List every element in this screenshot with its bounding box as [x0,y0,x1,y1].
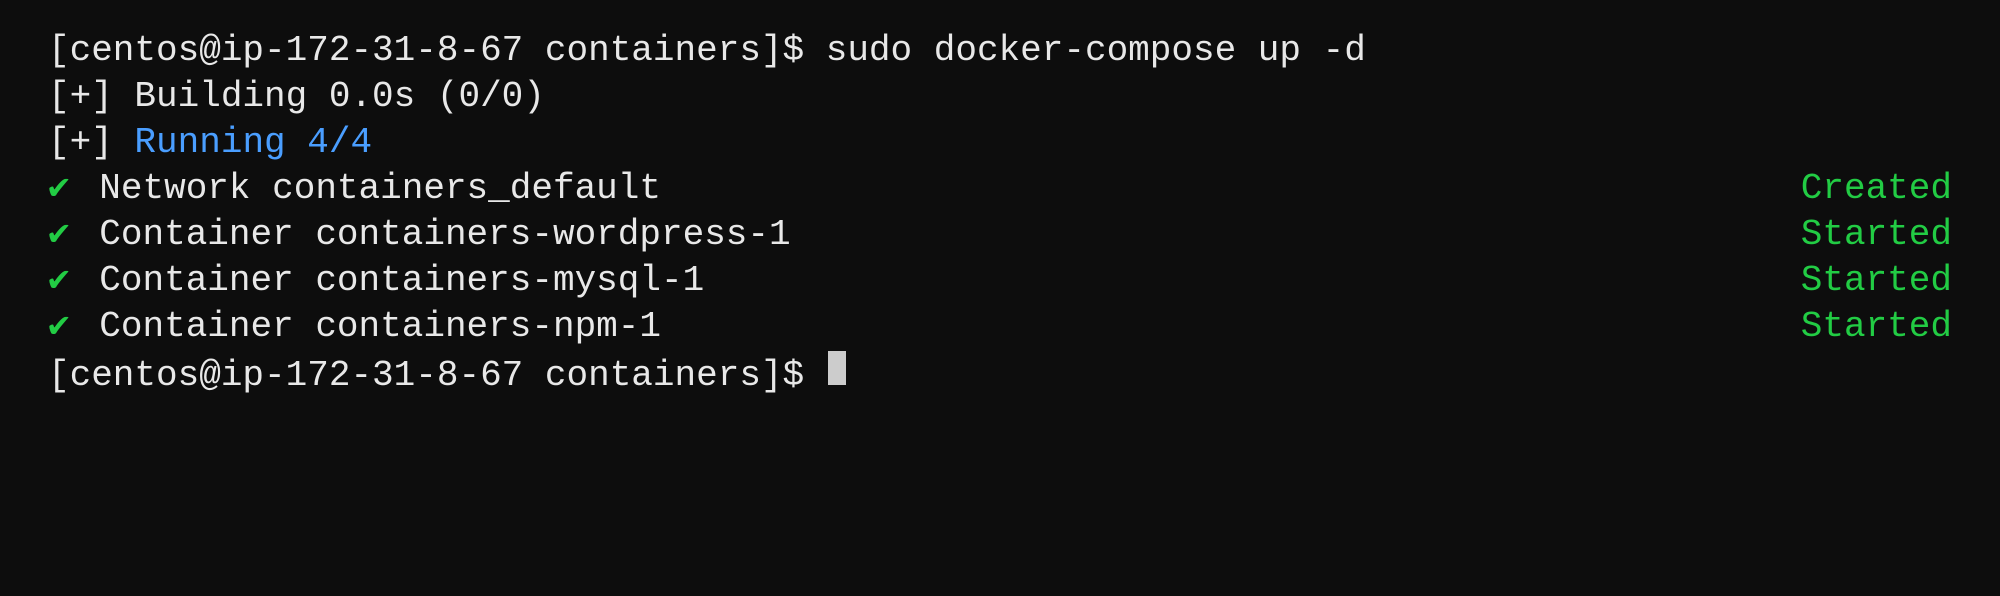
container1-line: ✔ Container containers-wordpress-1 Start… [48,212,1952,258]
command-text: [centos@ip-172-31-8-67 containers]$ sudo… [48,28,1366,74]
container1-status: Started [1741,212,1952,258]
container1-name: Container containers-wordpress-1 [78,212,858,258]
prompt-text: [centos@ip-172-31-8-67 containers]$ [48,353,826,399]
network-line: ✔ Network containers_default Created [48,166,1952,212]
cursor [828,351,846,385]
network-check: ✔ [48,166,70,212]
running-prefix: [+] [48,120,134,166]
container2-name: Container containers-mysql-1 [78,258,858,304]
container2-check: ✔ [48,258,70,304]
running-text: Running 4/4 [134,120,372,166]
terminal-window: [centos@ip-172-31-8-67 containers]$ sudo… [0,0,2000,596]
building-line: [+] Building 0.0s (0/0) [48,74,1952,120]
container2-line: ✔ Container containers-mysql-1 Started [48,258,1952,304]
container3-status: Started [1741,304,1952,350]
container3-check: ✔ [48,304,70,350]
prompt-line: [centos@ip-172-31-8-67 containers]$ [48,351,1952,399]
building-text: [+] Building 0.0s (0/0) [48,74,545,120]
container3-name: Container containers-npm-1 [78,304,858,350]
container1-check: ✔ [48,212,70,258]
network-status: Created [1741,166,1952,212]
container3-line: ✔ Container containers-npm-1 Started [48,304,1952,350]
command-line: [centos@ip-172-31-8-67 containers]$ sudo… [48,28,1952,74]
network-name: Network containers_default [78,166,858,212]
container2-status: Started [1741,258,1952,304]
running-line: [+] Running 4/4 [48,120,1952,166]
